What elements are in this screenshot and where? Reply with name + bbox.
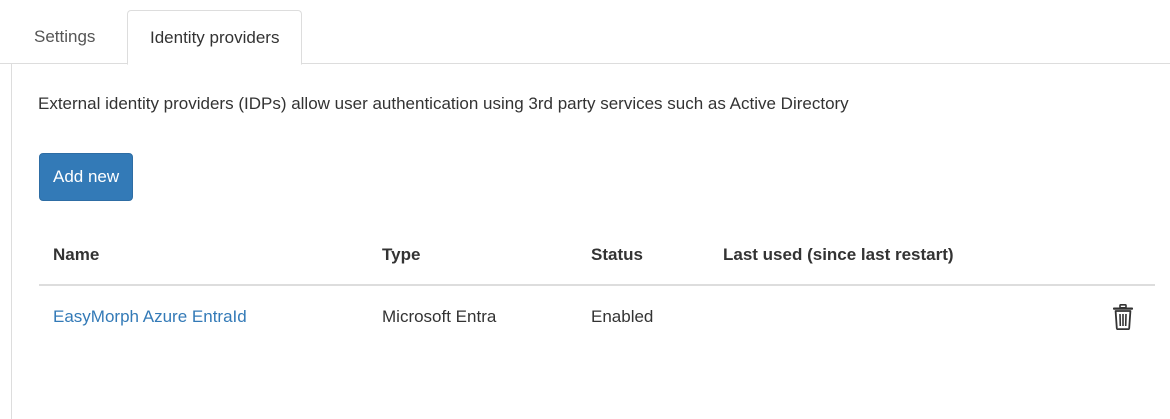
add-new-button[interactable]: Add new <box>39 153 134 201</box>
identity-providers-panel: External identity providers (IDPs) allow… <box>11 64 1170 419</box>
provider-status-cell: Enabled <box>591 307 654 326</box>
column-header-type: Type <box>382 245 421 264</box>
trash-icon <box>1113 304 1133 331</box>
tab-settings[interactable]: Settings <box>12 10 117 65</box>
table-header: Name Type Status Last used (since last r… <box>39 229 1155 286</box>
tab-identity-providers[interactable]: Identity providers <box>127 10 303 65</box>
identity-providers-table: Name Type Status Last used (since last r… <box>39 229 1155 350</box>
provider-type-cell: Microsoft Entra <box>382 307 497 326</box>
table-row: EasyMorph Azure EntraId Microsoft Entra … <box>39 286 1155 350</box>
column-header-last-used: Last used (since last restart) <box>723 245 954 264</box>
panel-description: External identity providers (IDPs) allow… <box>38 94 849 113</box>
tab-bar: Settings Identity providers <box>0 10 1170 65</box>
delete-provider-button[interactable] <box>1112 304 1134 331</box>
column-header-name: Name <box>53 245 100 264</box>
provider-name-link[interactable]: EasyMorph Azure EntraId <box>53 307 247 326</box>
column-header-status: Status <box>591 245 643 264</box>
provider-name-cell: EasyMorph Azure EntraId <box>53 307 247 327</box>
